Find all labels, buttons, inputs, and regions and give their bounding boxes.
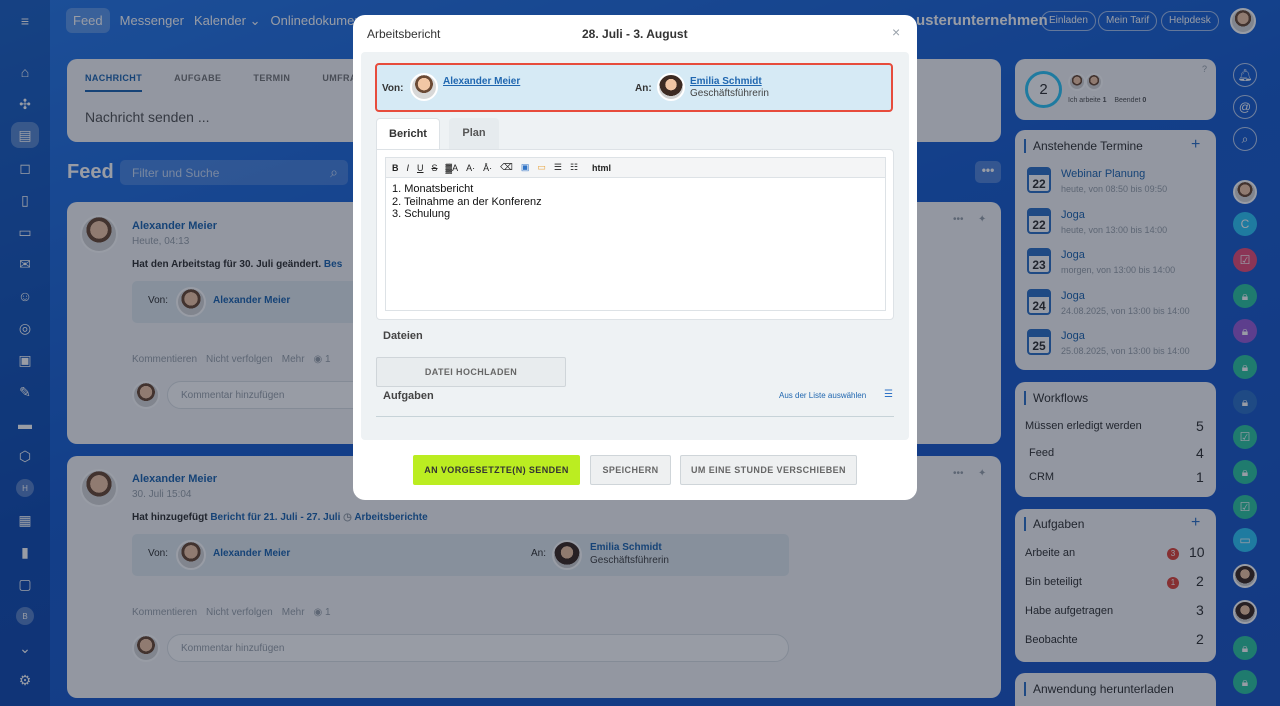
editor-line: 1. Monatsbericht (392, 183, 474, 195)
to-label: An: (635, 83, 652, 94)
work-report-dialog: Arbeitsbericht 28. Juli - 3. August × Vo… (353, 15, 917, 500)
files-label: Dateien (383, 330, 423, 342)
editor-line: 2. Teilnahme an der Konferenz (392, 195, 542, 208)
report-body: Von: Alexander Meier An: Emilia Schmidt … (361, 52, 909, 440)
italic-button[interactable]: I (407, 163, 410, 173)
from-avatar[interactable] (410, 73, 438, 101)
eraser-icon[interactable]: ⌫ (500, 162, 513, 173)
dialog-title: Arbeitsbericht (367, 27, 441, 41)
report-period: 28. Juli - 3. August (582, 27, 688, 41)
to-name[interactable]: Emilia Schmidt (690, 76, 762, 87)
from-name[interactable]: Alexander Meier (443, 76, 520, 87)
ordered-list-icon[interactable]: ☰ (554, 162, 562, 173)
close-icon[interactable]: × (892, 24, 900, 40)
tab-plan[interactable]: Plan (449, 118, 499, 150)
bullet-list-icon[interactable]: ☷ (570, 162, 578, 173)
font-family-icon[interactable]: Å· (483, 163, 492, 173)
strike-button[interactable]: S (432, 163, 438, 173)
save-button[interactable]: SPEICHERN (590, 455, 671, 485)
image-icon[interactable]: ▣ (521, 162, 530, 173)
tab-bericht[interactable]: Bericht (376, 118, 440, 150)
html-button[interactable]: html (592, 163, 611, 173)
to-role: Geschäftsführerin (690, 88, 769, 99)
list-icon[interactable]: ☰ (884, 389, 893, 400)
font-size-icon[interactable]: A· (466, 163, 475, 173)
editor-panel: B I U S ▓A A· Å· ⌫ ▣ ▭ ☰ ☷ html 1. Monat… (376, 149, 894, 320)
editor-line: 3. Schulung (392, 208, 451, 220)
from-to-bar: Von: Alexander Meier An: Emilia Schmidt … (375, 63, 893, 112)
report-editor[interactable]: 1. Monatsbericht 2. Teilnahme an der Kon… (385, 177, 886, 311)
from-label: Von: (382, 83, 404, 94)
color-icon[interactable]: ▓A (446, 163, 459, 173)
bold-button[interactable]: B (392, 163, 399, 173)
tasks-label: Aufgaben (383, 390, 434, 402)
select-from-list-link[interactable]: Aus der Liste auswählen (779, 391, 866, 400)
divider (376, 416, 894, 417)
underline-button[interactable]: U (417, 163, 424, 173)
send-to-supervisor-button[interactable]: AN VORGESETZTE(N) SENDEN (413, 455, 580, 485)
postpone-button[interactable]: UM EINE STUNDE VERSCHIEBEN (680, 455, 857, 485)
editor-toolbar: B I U S ▓A A· Å· ⌫ ▣ ▭ ☰ ☷ html (385, 157, 886, 178)
upload-file-button[interactable]: DATEI HOCHLADEN (376, 357, 566, 387)
video-icon[interactable]: ▭ (537, 162, 546, 173)
to-avatar[interactable] (657, 73, 685, 101)
